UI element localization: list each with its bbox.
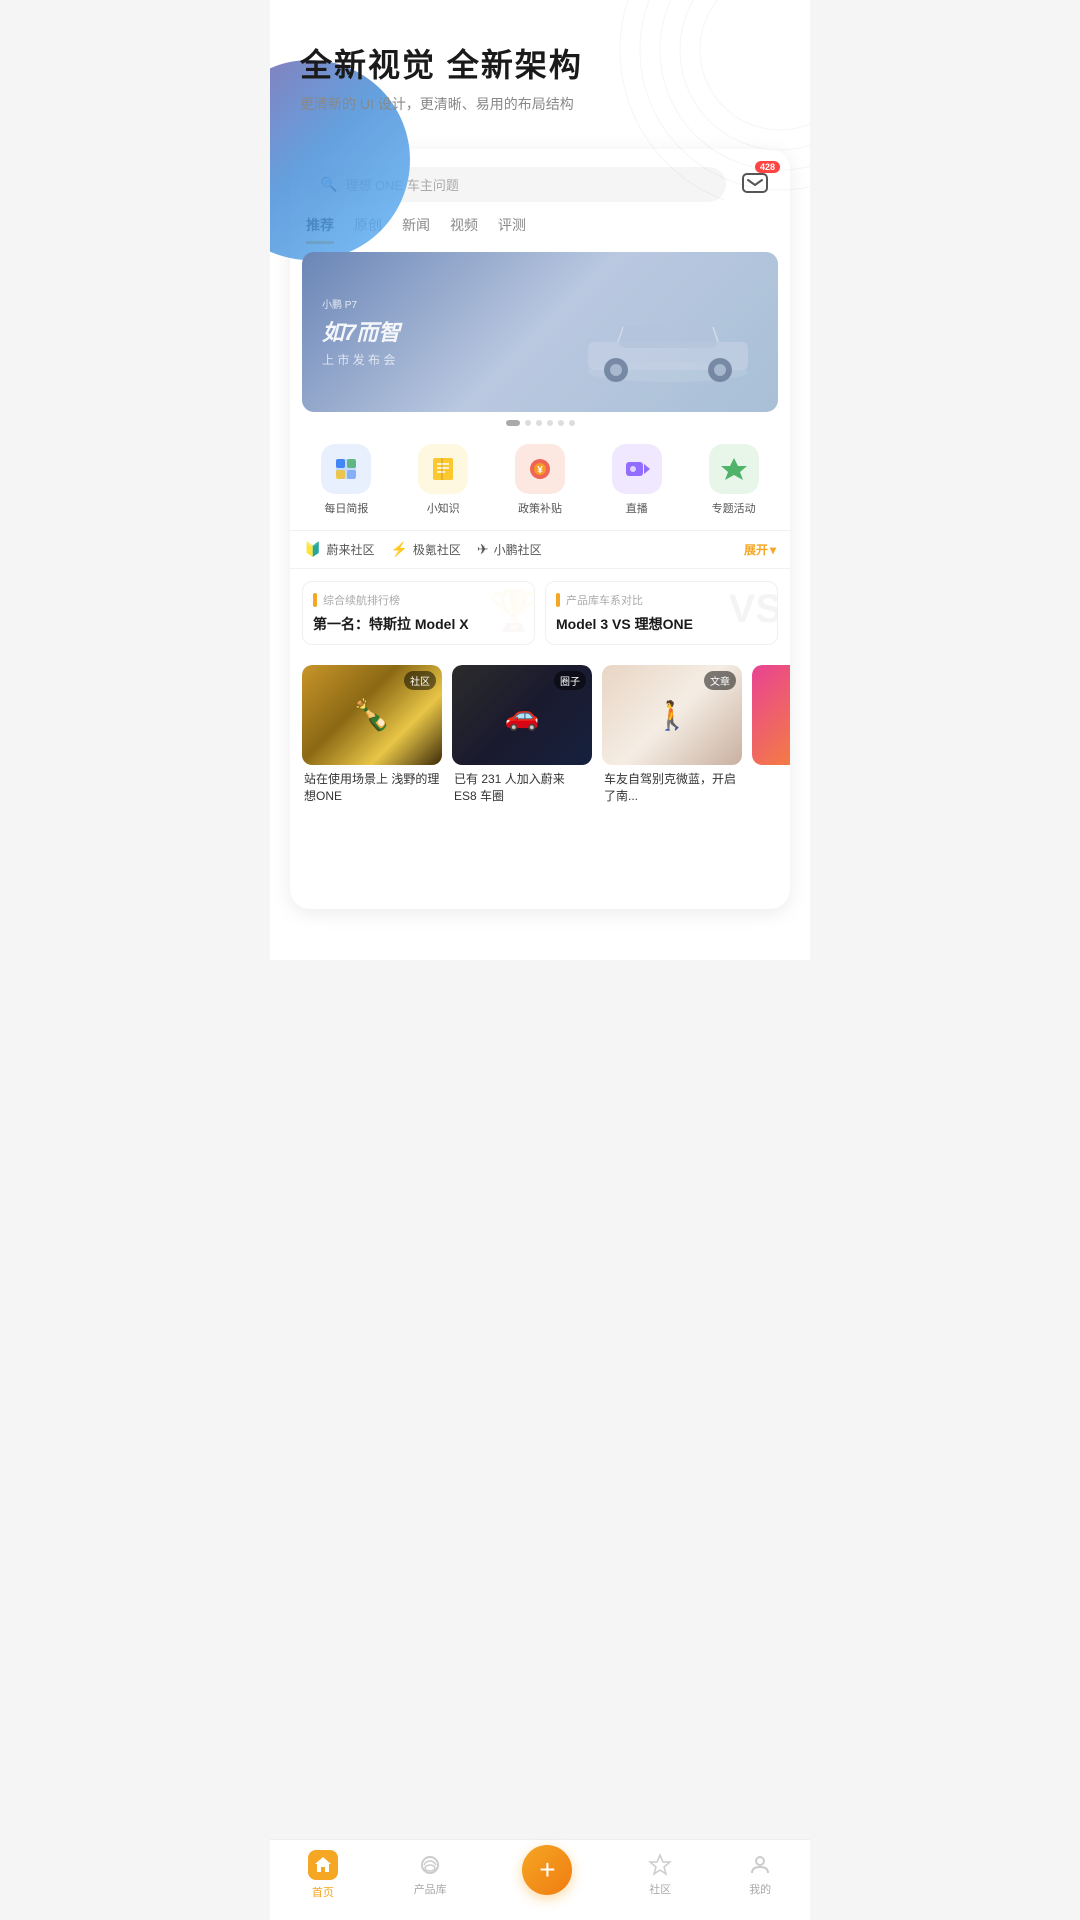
policy-icon: ¥ xyxy=(526,455,554,483)
nav-products[interactable]: 产品库 xyxy=(414,1853,447,1897)
hero-section: 全新视觉 全新架构 更清新的 UI 设计，更清晰、易用的布局结构 xyxy=(270,0,810,134)
profile-label: 我的 xyxy=(749,1881,771,1897)
rank-watermark: 🏆 xyxy=(489,587,535,634)
nio-label: 蔚来社区 xyxy=(326,541,374,558)
topics-icon-bg xyxy=(709,444,759,494)
dot-3 xyxy=(536,420,542,426)
tab-video[interactable]: 视频 xyxy=(450,215,478,244)
rank-card-compare-title: 产品库车系对比 xyxy=(566,592,643,608)
content-card-2[interactable]: 🚶 文章 车友自驾别克微蓝，开启了南... xyxy=(602,665,742,811)
partial-card-image xyxy=(752,665,790,765)
content-card-img-1: 🚗 圈子 xyxy=(452,665,592,765)
quick-icon-daily[interactable]: 每日简报 xyxy=(321,444,371,516)
quick-icon-topics[interactable]: 专题活动 xyxy=(709,444,759,516)
home-label: 首页 xyxy=(312,1884,334,1900)
message-button[interactable]: 428 xyxy=(736,165,774,203)
nio-icon: 🔰 xyxy=(304,541,321,558)
knowledge-icon-bg xyxy=(418,444,468,494)
content-card-img-2: 🚶 文章 xyxy=(602,665,742,765)
dot-1 xyxy=(506,420,520,426)
dot-5 xyxy=(558,420,564,426)
live-icon-bg xyxy=(612,444,662,494)
home-icon xyxy=(308,1850,338,1880)
dot-6 xyxy=(569,420,575,426)
daily-icon-bg xyxy=(321,444,371,494)
community-nio[interactable]: 🔰 蔚来社区 xyxy=(304,541,374,558)
banner-container[interactable]: 小鹏 P7 如7而智 上 市 发 布 会 xyxy=(302,252,778,412)
community-pills: 🔰 蔚来社区 ⚡ 极氪社区 ✈ 小鹏社区 展开 ▾ xyxy=(290,530,790,569)
profile-icon xyxy=(748,1853,772,1877)
content-card-img-0: 🍾 社区 xyxy=(302,665,442,765)
content-card-0[interactable]: 🍾 社区 站在使用场景上 浅野的理想ONE xyxy=(302,665,442,811)
expand-label: 展开 xyxy=(744,541,768,558)
community-label: 社区 xyxy=(649,1881,671,1897)
hero-title: 全新视觉 全新架构 xyxy=(300,40,780,86)
message-badge: 428 xyxy=(755,161,780,173)
community-icon xyxy=(648,1853,672,1877)
quick-icon-knowledge[interactable]: 小知识 xyxy=(418,444,468,516)
nav-community[interactable]: 社区 xyxy=(648,1853,672,1897)
zeekr-icon: ⚡ xyxy=(390,541,407,558)
app-card: 🔍 理想 ONE 车主问题 428 推荐 原创 新闻 视频 评测 小鹏 P7 xyxy=(290,149,790,909)
tab-review[interactable]: 评测 xyxy=(498,215,526,244)
products-label: 产品库 xyxy=(414,1881,447,1897)
nav-profile[interactable]: 我的 xyxy=(748,1853,772,1897)
content-badge-2: 文章 xyxy=(704,671,736,690)
xpeng-icon: ✈ xyxy=(477,541,489,558)
message-icon xyxy=(741,170,769,198)
xpeng-label: 小鹏社区 xyxy=(494,541,542,558)
content-card-1[interactable]: 🚗 圈子 已有 231 人加入蔚来 ES8 车圈 xyxy=(452,665,592,811)
add-icon: + xyxy=(539,1854,555,1886)
content-text-2: 车友自驾别克微蓝，开启了南... xyxy=(602,765,742,811)
quick-icons-row: 每日简报 小知识 xyxy=(290,434,790,530)
policy-icon-bg: ¥ xyxy=(515,444,565,494)
banner-car-illustration xyxy=(568,312,768,392)
community-zeekr[interactable]: ⚡ 极氪社区 xyxy=(390,541,460,558)
knowledge-icon xyxy=(429,455,457,483)
nav-home[interactable]: 首页 xyxy=(308,1850,338,1900)
live-label: 直播 xyxy=(626,500,648,516)
chevron-down-icon: ▾ xyxy=(770,543,776,557)
content-text-0: 站在使用场景上 浅野的理想ONE xyxy=(302,765,442,811)
quick-icon-policy[interactable]: ¥ 政策补贴 xyxy=(515,444,565,516)
quick-icon-live[interactable]: 直播 xyxy=(612,444,662,516)
banner-tag: 小鹏 P7 xyxy=(322,296,758,311)
rank-card-range[interactable]: 综合续航排行榜 第一名：特斯拉 Model X 🏆 xyxy=(302,581,535,645)
community-xpeng[interactable]: ✈ 小鹏社区 xyxy=(477,541,542,558)
content-text-1: 已有 231 人加入蔚来 ES8 车圈 xyxy=(452,765,592,811)
vs-watermark: VS xyxy=(729,587,778,632)
rank-cards-row: 综合续航排行榜 第一名：特斯拉 Model X 🏆 产品库车系对比 Model … xyxy=(290,569,790,657)
zeekr-label: 极氪社区 xyxy=(413,541,461,558)
rank-card-tag-indicator-2 xyxy=(556,593,560,607)
daily-icon xyxy=(332,455,360,483)
topics-label: 专题活动 xyxy=(712,500,756,516)
dot-4 xyxy=(547,420,553,426)
rank-card-compare[interactable]: 产品库车系对比 Model 3 VS 理想ONE VS xyxy=(545,581,778,645)
rank-card-tag-indicator xyxy=(313,593,317,607)
tab-news[interactable]: 新闻 xyxy=(402,215,430,244)
bottom-spacer xyxy=(290,819,790,899)
bottom-nav: 首页 产品库 + 社区 我的 xyxy=(270,1839,810,1920)
daily-label: 每日简报 xyxy=(324,500,368,516)
knowledge-label: 小知识 xyxy=(427,500,460,516)
products-icon xyxy=(418,1853,442,1877)
hero-subtitle: 更清新的 UI 设计，更清晰、易用的布局结构 xyxy=(300,94,780,114)
content-badge-1: 圈子 xyxy=(554,671,586,690)
svg-text:¥: ¥ xyxy=(537,465,543,476)
page-wrapper: 全新视觉 全新架构 更清新的 UI 设计，更清晰、易用的布局结构 🔍 理想 ON… xyxy=(270,0,810,960)
live-icon xyxy=(623,455,651,483)
policy-label: 政策补贴 xyxy=(518,500,562,516)
expand-button[interactable]: 展开 ▾ xyxy=(744,541,776,558)
nav-add-button[interactable]: + xyxy=(522,1845,572,1895)
dot-2 xyxy=(525,420,531,426)
content-card-partial[interactable] xyxy=(752,665,790,765)
topics-icon xyxy=(720,455,748,483)
banner-dots xyxy=(290,412,790,434)
rank-card-range-title: 综合续航排行榜 xyxy=(323,592,400,608)
content-cards-row: 🍾 社区 站在使用场景上 浅野的理想ONE 🚗 圈子 已有 231 人加入蔚来 … xyxy=(290,657,790,819)
content-badge-0: 社区 xyxy=(404,671,436,690)
